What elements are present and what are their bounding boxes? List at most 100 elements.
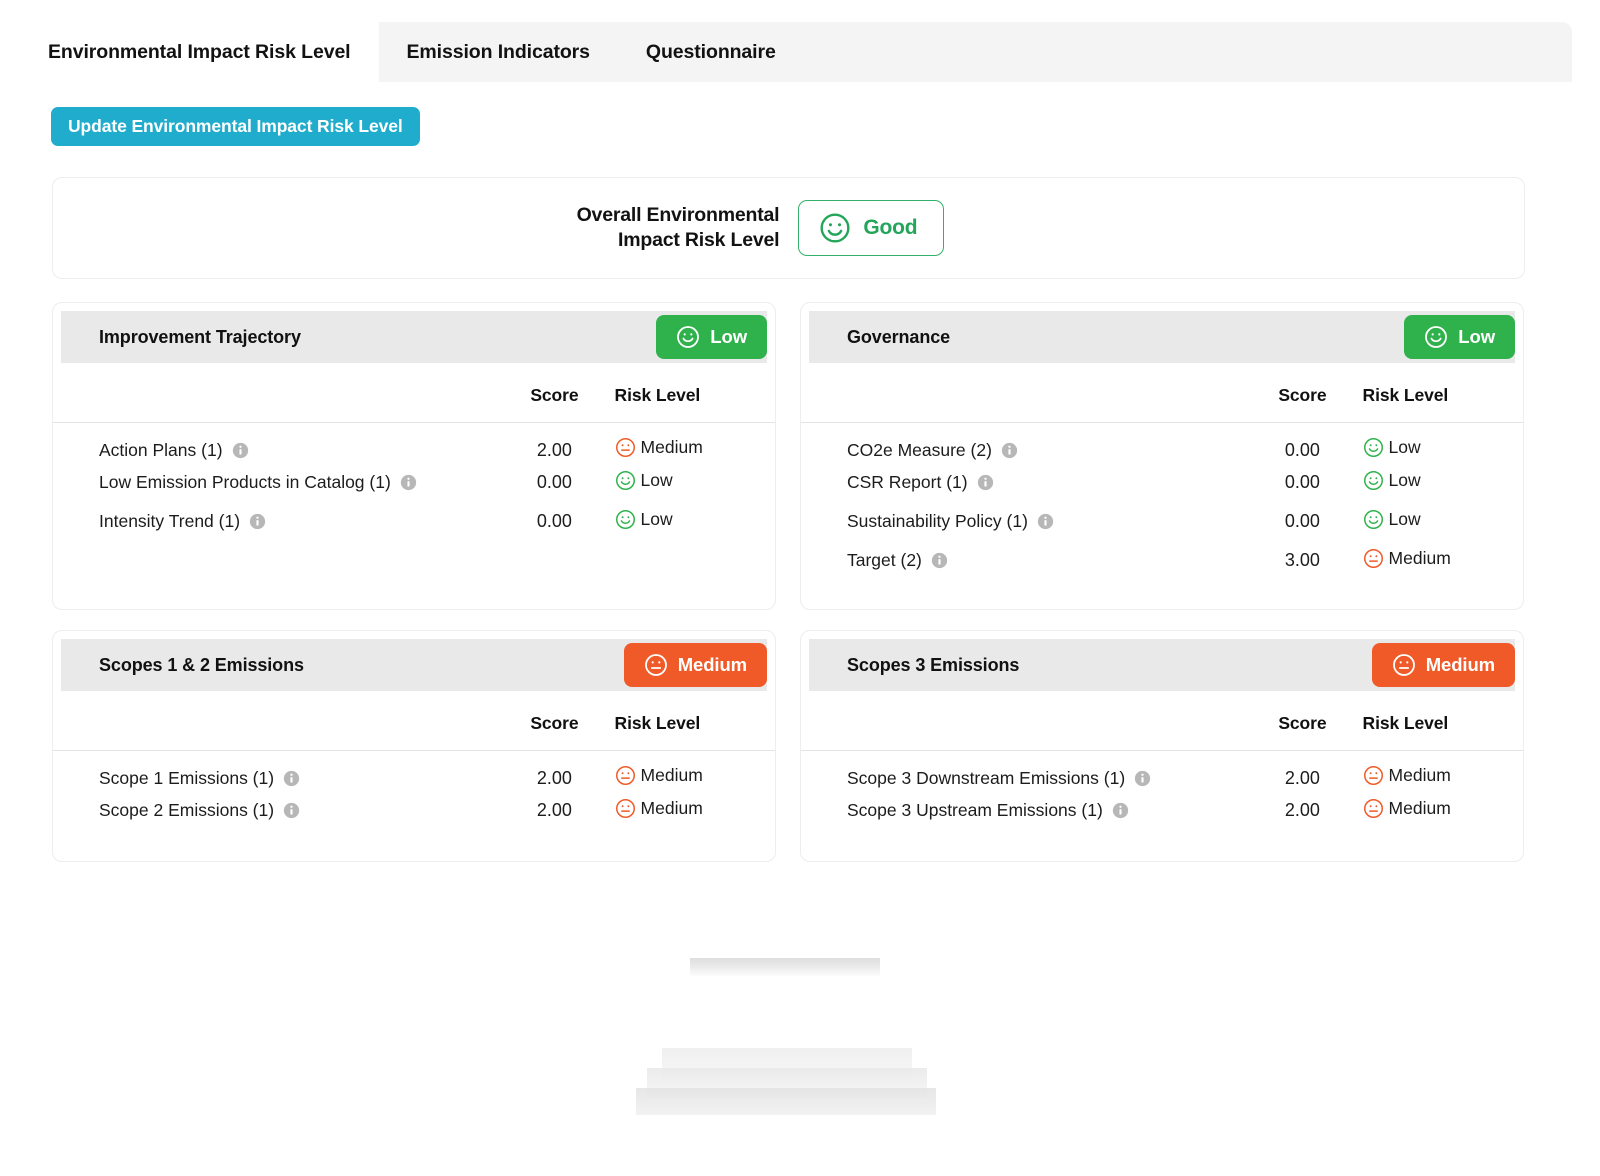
- info-icon[interactable]: [977, 474, 994, 491]
- indicator-risk-cell: Low: [1363, 423, 1523, 464]
- tab-environmental-impact-risk-level[interactable]: Environmental Impact Risk Level: [0, 22, 379, 82]
- neutral-face-icon: [1363, 798, 1384, 819]
- neutral-face-icon: [1392, 653, 1416, 677]
- indicator-name-cell: Scope 1 Emissions (1): [53, 751, 494, 792]
- indicator-name-cell: Intensity Trend (1): [53, 502, 494, 541]
- indicator-name-cell: Scope 2 Emissions (1): [53, 791, 494, 830]
- info-icon[interactable]: [400, 474, 417, 491]
- indicator-name-cell: Scope 3 Upstream Emissions (1): [801, 791, 1242, 830]
- indicator-risk-label: Medium: [640, 437, 703, 457]
- indicator-score: 2.00: [536, 439, 572, 460]
- indicator-score: 0.00: [1284, 511, 1320, 531]
- indicator-score: 3.00: [1284, 550, 1320, 570]
- indicator-score: 0.00: [536, 472, 572, 492]
- table-row: Intensity Trend (1) 0.00 Low: [53, 502, 775, 541]
- indicator-score: 2.00: [536, 800, 572, 820]
- neutral-face-icon: [615, 437, 636, 458]
- indicator-label: Sustainability Policy (1): [847, 511, 1028, 531]
- info-icon[interactable]: [1112, 802, 1129, 819]
- card-header: Scopes 1 & 2 Emissions Medium: [61, 639, 767, 691]
- table-row: Action Plans (1) 2.00 Medium: [53, 423, 775, 464]
- card-title: Improvement Trajectory: [99, 326, 301, 347]
- indicator-risk-label: Medium: [1388, 765, 1451, 785]
- indicator-name-cell: Sustainability Policy (1): [801, 502, 1242, 541]
- card-risk-badge-label: Low: [710, 326, 747, 347]
- column-header-blank: [801, 363, 1242, 423]
- overall-risk-badge[interactable]: Good: [798, 200, 945, 256]
- card-risk-badge[interactable]: Low: [1404, 315, 1515, 359]
- card-risk-badge[interactable]: Medium: [1371, 643, 1515, 687]
- info-icon[interactable]: [1037, 513, 1054, 530]
- column-header-score: Score: [530, 713, 579, 733]
- smiley-face-icon: [676, 325, 700, 349]
- indicator-risk-label: Medium: [640, 765, 703, 785]
- neutral-face-icon: [615, 798, 636, 819]
- column-header-risk-level: Risk Level: [1362, 385, 1449, 405]
- overall-risk-badge-label: Good: [863, 216, 918, 239]
- info-icon[interactable]: [232, 442, 249, 459]
- indicator-score: 0.00: [1284, 439, 1320, 460]
- info-icon[interactable]: [283, 770, 300, 787]
- indicator-label: Scope 3 Upstream Emissions (1): [847, 800, 1103, 820]
- table-row: Low Emission Products in Catalog (1) 0.00…: [53, 463, 775, 502]
- table-row: Target (2) 3.00 Medium: [801, 541, 1523, 580]
- smiley-face-icon: [615, 470, 636, 491]
- card-title: Governance: [847, 326, 951, 347]
- indicator-label: Scope 1 Emissions (1): [99, 767, 275, 788]
- indicator-label: Low Emission Products in Catalog (1): [99, 472, 391, 492]
- footer-placeholder-bar-1: [690, 958, 880, 976]
- metric-card: Improvement Trajectory Low Score Risk Level…: [52, 302, 776, 610]
- card-risk-badge[interactable]: Medium: [623, 643, 767, 687]
- column-header-risk-level: Risk Level: [1362, 713, 1449, 733]
- indicator-name-cell: Scope 3 Downstream Emissions (1): [801, 751, 1242, 792]
- update-environmental-impact-risk-level-button[interactable]: Update Environmental Impact Risk Level: [51, 107, 420, 146]
- indicator-risk-cell: Medium: [1363, 791, 1523, 830]
- indicator-score: 2.00: [1284, 767, 1320, 788]
- indicator-risk-cell: Medium: [615, 423, 775, 464]
- card-header: Governance Low: [809, 311, 1515, 363]
- table-row: Scope 2 Emissions (1) 2.00 Medium: [53, 791, 775, 830]
- indicator-table: Score Risk Level Scope 1 Emissions (1) 2.00…: [53, 691, 775, 830]
- card-header: Improvement Trajectory Low: [61, 311, 767, 363]
- metric-card: Scopes 3 Emissions Medium Score Risk Level S…: [800, 630, 1524, 862]
- column-header-score: Score: [1278, 713, 1327, 733]
- info-icon[interactable]: [283, 802, 300, 819]
- indicator-table: Score Risk Level Action Plans (1) 2.00 Mediu…: [53, 363, 775, 541]
- indicator-risk-label: Low: [640, 508, 673, 529]
- indicator-risk-label: Medium: [1388, 797, 1451, 818]
- indicator-risk-label: Low: [1388, 508, 1421, 529]
- table-row: CO2e Measure (2) 0.00 Low: [801, 423, 1523, 464]
- neutral-face-icon: [644, 653, 668, 677]
- info-icon[interactable]: [249, 513, 266, 530]
- indicator-risk-label: Medium: [1388, 547, 1451, 568]
- indicator-risk-label: Low: [640, 469, 673, 490]
- indicator-label: Scope 2 Emissions (1): [99, 800, 275, 820]
- column-header-score: Score: [530, 385, 579, 405]
- smiley-face-icon: [1363, 437, 1384, 458]
- tab-bar: Environmental Impact Risk Level Emission …: [0, 22, 1572, 82]
- card-risk-badge[interactable]: Low: [656, 315, 767, 359]
- indicator-table: Score Risk Level Scope 3 Downstream Emissi…: [801, 691, 1523, 830]
- overall-risk-content: Overall Environmental Impact Risk Level …: [577, 200, 945, 256]
- tab-emission-indicators[interactable]: Emission Indicators: [379, 22, 618, 82]
- card-header: Scopes 3 Emissions Medium: [809, 639, 1515, 691]
- overall-risk-label: Overall Environmental Impact Risk Level: [576, 204, 780, 251]
- indicator-risk-cell: Low: [615, 463, 775, 502]
- column-header-score: Score: [1278, 385, 1327, 405]
- neutral-face-icon: [615, 765, 636, 786]
- info-icon[interactable]: [931, 552, 948, 569]
- card-risk-badge-label: Low: [1458, 326, 1495, 347]
- indicator-risk-cell: Medium: [1363, 751, 1523, 792]
- smiley-face-icon: [1363, 470, 1384, 491]
- column-header-blank: [53, 691, 494, 751]
- info-icon[interactable]: [1001, 442, 1018, 459]
- card-risk-badge-label: Medium: [677, 654, 747, 675]
- tab-questionnaire[interactable]: Questionnaire: [618, 22, 804, 82]
- indicator-score: 2.00: [1284, 800, 1320, 820]
- column-header-risk-level: Risk Level: [614, 385, 701, 405]
- page-root: Environmental Impact Risk Level Emission …: [0, 0, 1600, 1176]
- indicator-label: CSR Report (1): [847, 472, 968, 492]
- info-icon[interactable]: [1134, 770, 1151, 787]
- indicator-name-cell: Low Emission Products in Catalog (1): [53, 463, 494, 502]
- table-row: Scope 3 Upstream Emissions (1) 2.00 Medium: [801, 791, 1523, 830]
